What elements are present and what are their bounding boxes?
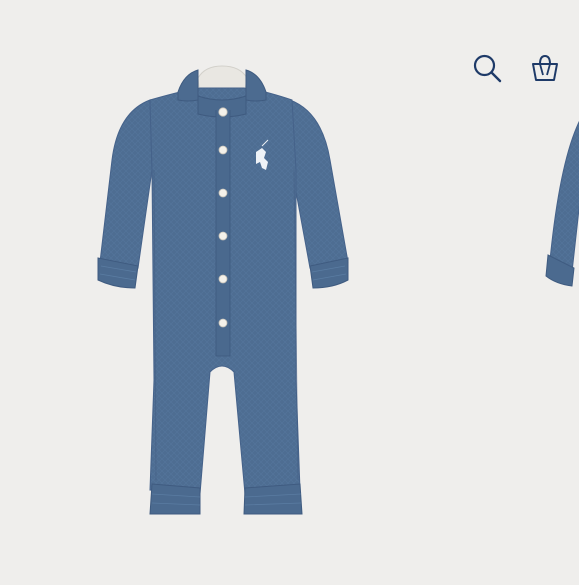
right-sleeve [289,99,349,269]
shopping-bag-icon [532,54,558,81]
shopping-bag-button[interactable] [529,52,561,84]
product-image-stage [0,0,579,580]
coverall-image [97,65,349,515]
header-icons [471,52,561,84]
search-icon [473,54,502,83]
product-image-next[interactable] [520,0,579,580]
product-image-carousel[interactable] [0,0,579,580]
product-image-main[interactable] [0,0,500,580]
left-sleeve [99,99,153,269]
coverall-image-next [545,120,579,287]
search-button[interactable] [471,52,503,84]
